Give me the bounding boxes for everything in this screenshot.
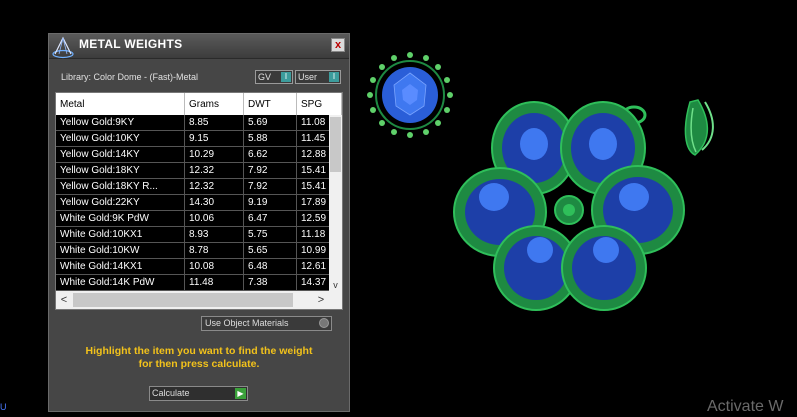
vertical-scrollbar[interactable]: v — [329, 115, 342, 291]
activation-watermark: Activate W — [707, 398, 784, 415]
instructions-line-1: Highlight the item you want to find the … — [85, 345, 313, 357]
scroll-right-icon[interactable]: > — [313, 291, 329, 309]
scrollbar-corner — [329, 291, 342, 309]
cell-grams: 12.32 — [184, 162, 244, 179]
cell-metal: White Gold:14KX1 — [56, 258, 185, 275]
gv-toggle-label: GV — [258, 72, 272, 82]
table-row[interactable]: White Gold:10KX1 8.93 5.75 11.18 — [56, 226, 342, 243]
cell-metal: White Gold:10KX1 — [56, 226, 185, 243]
cell-dwt: 7.38 — [243, 274, 297, 291]
jewelry-3d-viewport[interactable] — [360, 40, 720, 320]
cell-dwt: 6.47 — [243, 210, 297, 227]
cell-grams: 12.32 — [184, 178, 244, 195]
cell-grams: 8.93 — [184, 226, 244, 243]
table-row[interactable]: Yellow Gold:10KY 9.15 5.88 11.45 — [56, 130, 342, 147]
use-object-materials-label: Use Object Materials — [205, 318, 289, 328]
flower-pendant-model[interactable] — [453, 101, 685, 311]
play-arrow-icon: ▶ — [235, 388, 246, 399]
bail-model[interactable] — [684, 99, 714, 156]
gv-toggle[interactable]: GV I — [255, 70, 293, 84]
table-row[interactable]: Yellow Gold:22KY 14.30 9.19 17.89 — [56, 194, 342, 211]
cell-metal: Yellow Gold:10KY — [56, 130, 185, 147]
column-header-dwt[interactable]: DWT — [243, 93, 297, 115]
table-row[interactable]: Yellow Gold:14KY 10.29 6.62 12.88 — [56, 146, 342, 163]
cell-metal: Yellow Gold:22KY — [56, 194, 185, 211]
cell-grams: 11.48 — [184, 274, 244, 291]
horizontal-scrollbar[interactable]: < > — [56, 291, 329, 309]
calculate-button[interactable]: Calculate ▶ — [149, 386, 248, 401]
table-row[interactable]: White Gold:10KW 8.78 5.65 10.99 — [56, 242, 342, 259]
solitaire-stone-model[interactable] — [367, 52, 453, 138]
instructions-line-2: for then press calculate. — [138, 358, 260, 370]
cell-grams: 9.15 — [184, 130, 244, 147]
table-row[interactable]: Yellow Gold:18KY R... 12.32 7.92 15.41 — [56, 178, 342, 195]
metal-weights-panel: METAL WEIGHTS x Library: Color Dome - (F… — [48, 33, 350, 412]
cell-dwt: 5.75 — [243, 226, 297, 243]
scroll-down-icon[interactable]: v — [329, 279, 342, 291]
vertical-scroll-thumb[interactable] — [330, 117, 341, 172]
app-logo-icon — [52, 36, 74, 59]
window-title: METAL WEIGHTS — [79, 37, 183, 51]
use-object-materials-toggle[interactable]: Use Object Materials — [201, 316, 332, 331]
user-indicator-icon: I — [329, 72, 339, 82]
edge-glyph: U — [0, 402, 7, 412]
cell-dwt: 6.62 — [243, 146, 297, 163]
cell-metal: White Gold:14K PdW — [56, 274, 185, 291]
user-toggle[interactable]: User I — [295, 70, 341, 84]
library-label: Library: Color Dome - (Fast)-Metal — [61, 72, 199, 82]
table-row[interactable]: White Gold:14K PdW 11.48 7.38 14.37 — [56, 274, 342, 291]
table-row[interactable]: Yellow Gold:18KY 12.32 7.92 15.41 — [56, 162, 342, 179]
column-header-metal[interactable]: Metal — [56, 93, 185, 115]
user-toggle-label: User — [298, 72, 318, 82]
cell-dwt: 5.69 — [243, 115, 297, 131]
instructions-text: Highlight the item you want to find the … — [57, 345, 341, 371]
cell-dwt: 5.88 — [243, 130, 297, 147]
cell-grams: 14.30 — [184, 194, 244, 211]
cell-dwt: 6.48 — [243, 258, 297, 275]
close-button[interactable]: x — [331, 38, 345, 52]
cell-dwt: 7.92 — [243, 178, 297, 195]
gv-indicator-icon: I — [281, 72, 291, 82]
cell-metal: Yellow Gold:18KY R... — [56, 178, 185, 195]
cell-grams: 10.29 — [184, 146, 244, 163]
column-header-spg[interactable]: SPG — [296, 93, 342, 115]
cell-grams: 8.85 — [184, 115, 244, 131]
title-bar[interactable]: METAL WEIGHTS x — [49, 34, 349, 59]
cell-metal: Yellow Gold:9KY — [56, 115, 185, 131]
table-row[interactable]: White Gold:14KX1 10.08 6.48 12.61 — [56, 258, 342, 275]
cell-grams: 10.08 — [184, 258, 244, 275]
cell-dwt: 5.65 — [243, 242, 297, 259]
cell-metal: Yellow Gold:18KY — [56, 162, 185, 179]
cell-dwt: 9.19 — [243, 194, 297, 211]
cell-metal: Yellow Gold:14KY — [56, 146, 185, 163]
table-header-row: Metal Grams DWT SPG — [56, 93, 342, 115]
cell-metal: White Gold:10KW — [56, 242, 185, 259]
table-row[interactable]: White Gold:9K PdW 10.06 6.47 12.59 — [56, 210, 342, 227]
horizontal-scroll-thumb[interactable] — [73, 293, 293, 307]
radio-knob-icon — [319, 318, 329, 328]
cell-grams: 8.78 — [184, 242, 244, 259]
metal-table[interactable]: Metal Grams DWT SPG Yellow Gold:9KY 8.85 5… — [55, 92, 343, 310]
calculate-label: Calculate — [152, 388, 190, 398]
cell-grams: 10.06 — [184, 210, 244, 227]
scroll-left-icon[interactable]: < — [56, 291, 72, 309]
cell-metal: White Gold:9K PdW — [56, 210, 185, 227]
cell-dwt: 7.92 — [243, 162, 297, 179]
column-header-grams[interactable]: Grams — [184, 93, 244, 115]
table-row[interactable]: Yellow Gold:9KY 8.85 5.69 11.08 — [56, 115, 342, 131]
